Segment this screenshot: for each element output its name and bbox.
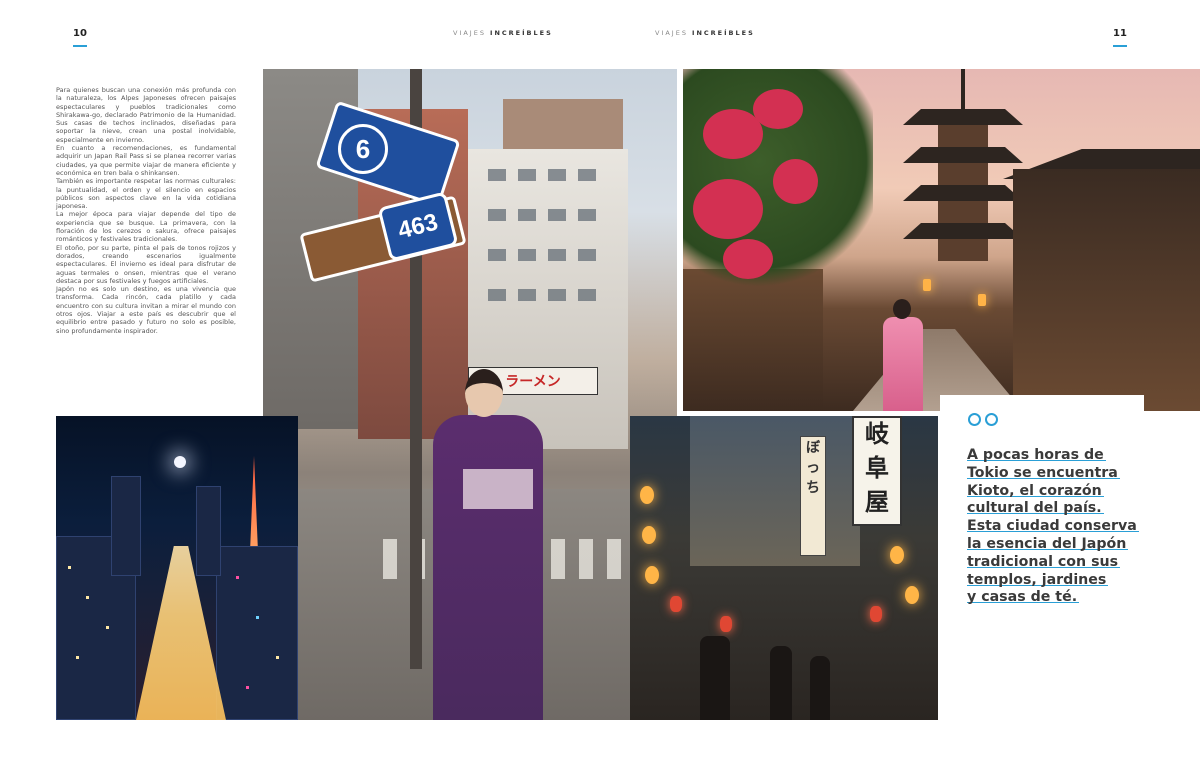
pagoda-roof <box>903 223 1023 239</box>
pull-quote-line: tradicional con sus <box>967 553 1121 570</box>
window <box>578 169 596 181</box>
red-lantern <box>870 606 882 622</box>
paragraph: En cuanto a recomendaciones, es fundamen… <box>56 144 236 177</box>
route-6-badge: 6 <box>338 124 388 174</box>
window <box>548 249 566 261</box>
window-light <box>68 566 71 569</box>
wooden-house <box>1013 169 1200 411</box>
pull-quote: A pocas horas de Tokio se encuentra Kiot… <box>967 447 1139 607</box>
lamp <box>978 294 986 306</box>
pull-quote-line: Esta ciudad conserva <box>967 518 1139 535</box>
gifu-alley-photo: ぼっち 岐阜屋 <box>630 416 938 720</box>
building <box>196 486 221 576</box>
lamp <box>923 279 931 291</box>
window <box>488 249 506 261</box>
lantern <box>905 586 919 604</box>
lantern <box>640 486 654 504</box>
red-lantern <box>720 616 732 632</box>
sky <box>690 416 860 566</box>
page-number-left: 10 <box>73 28 87 47</box>
pagoda-roof <box>903 147 1023 163</box>
kimono-obi <box>463 469 533 509</box>
window <box>548 169 566 181</box>
paragraph: El otoño, por su parte, pinta el país de… <box>56 243 236 285</box>
blossom <box>773 159 818 204</box>
window <box>518 289 536 301</box>
moon <box>174 456 186 468</box>
pull-quote-line: y casas de té. <box>967 589 1080 606</box>
blossom <box>693 179 763 239</box>
running-head-light: VIAJES <box>655 29 688 37</box>
running-head-bold: INCREÍBLES <box>490 29 553 37</box>
pull-quote-line: Kioto, el corazón <box>967 482 1104 499</box>
kimono-robe <box>433 415 543 720</box>
window-light <box>76 656 79 659</box>
kimono-robe <box>883 317 923 411</box>
pagoda-roof <box>903 185 1023 201</box>
window <box>518 249 536 261</box>
paragraph: Japón no es solo un destino, es una vive… <box>56 285 236 335</box>
building <box>111 476 141 576</box>
window <box>488 209 506 221</box>
window <box>518 209 536 221</box>
pull-quote-line: cultural del país. <box>967 500 1104 517</box>
blossom <box>753 89 803 129</box>
paragraph: También es importante respetar las norma… <box>56 177 236 211</box>
pagoda <box>903 69 1023 269</box>
pull-quote-box: A pocas horas de Tokio se encuentra Kiot… <box>940 395 1144 625</box>
running-head-light: VIAJES <box>453 29 486 37</box>
lantern <box>642 526 656 544</box>
gifuya-sign: 岐阜屋 <box>852 416 902 526</box>
blossom <box>723 239 773 279</box>
running-head-right: VIAJES INCREÍBLES <box>655 29 755 37</box>
window <box>548 289 566 301</box>
window-light <box>246 686 249 689</box>
window-light <box>106 626 109 629</box>
pagoda-floor <box>938 125 988 147</box>
pedestrian <box>700 636 730 720</box>
pagoda-floor <box>938 239 988 261</box>
page-number-right: 11 <box>1113 28 1127 47</box>
woman-head <box>893 299 911 319</box>
window <box>578 249 596 261</box>
pagoda-floor <box>938 163 988 185</box>
pedestrian <box>810 656 830 720</box>
window <box>488 289 506 301</box>
quote-rings-icon <box>968 413 1004 427</box>
tokyo-night-photo <box>56 416 298 720</box>
building <box>216 546 298 720</box>
window-light <box>86 596 89 599</box>
kyoto-pagoda-photo <box>683 69 1200 411</box>
window-light <box>236 576 239 579</box>
red-lantern <box>670 596 682 612</box>
pedestrian <box>770 646 792 720</box>
running-head-bold: INCREÍBLES <box>692 29 755 37</box>
paragraph: La mejor época para viajar depende del t… <box>56 210 236 244</box>
pagoda-roof <box>903 109 1023 125</box>
window <box>518 169 536 181</box>
window-light <box>276 656 279 659</box>
pull-quote-line: Tokio se encuentra <box>967 464 1120 481</box>
lantern <box>890 546 904 564</box>
window <box>548 209 566 221</box>
window <box>578 289 596 301</box>
article-body: Para quienes buscan una conexión más pro… <box>56 86 236 335</box>
pagoda-floor <box>938 201 988 223</box>
woman-head <box>465 369 503 417</box>
pull-quote-line: templos, jardines <box>967 571 1109 588</box>
woman-in-pink-kimono <box>878 299 928 411</box>
pagoda-spire <box>961 69 965 109</box>
vertical-sign: ぼっち <box>800 436 826 556</box>
window-light <box>256 616 259 619</box>
tokyo-street-photo: ラーメン 6 463 <box>263 69 677 720</box>
lantern <box>645 566 659 584</box>
woman-in-kimono <box>423 369 543 720</box>
pull-quote-line: la esencia del Japón <box>967 535 1129 552</box>
pull-quote-line: A pocas horas de <box>967 447 1106 463</box>
paragraph: Para quienes buscan una conexión más pro… <box>56 86 236 144</box>
window <box>578 209 596 221</box>
window <box>488 169 506 181</box>
running-head-left: VIAJES INCREÍBLES <box>453 29 553 37</box>
